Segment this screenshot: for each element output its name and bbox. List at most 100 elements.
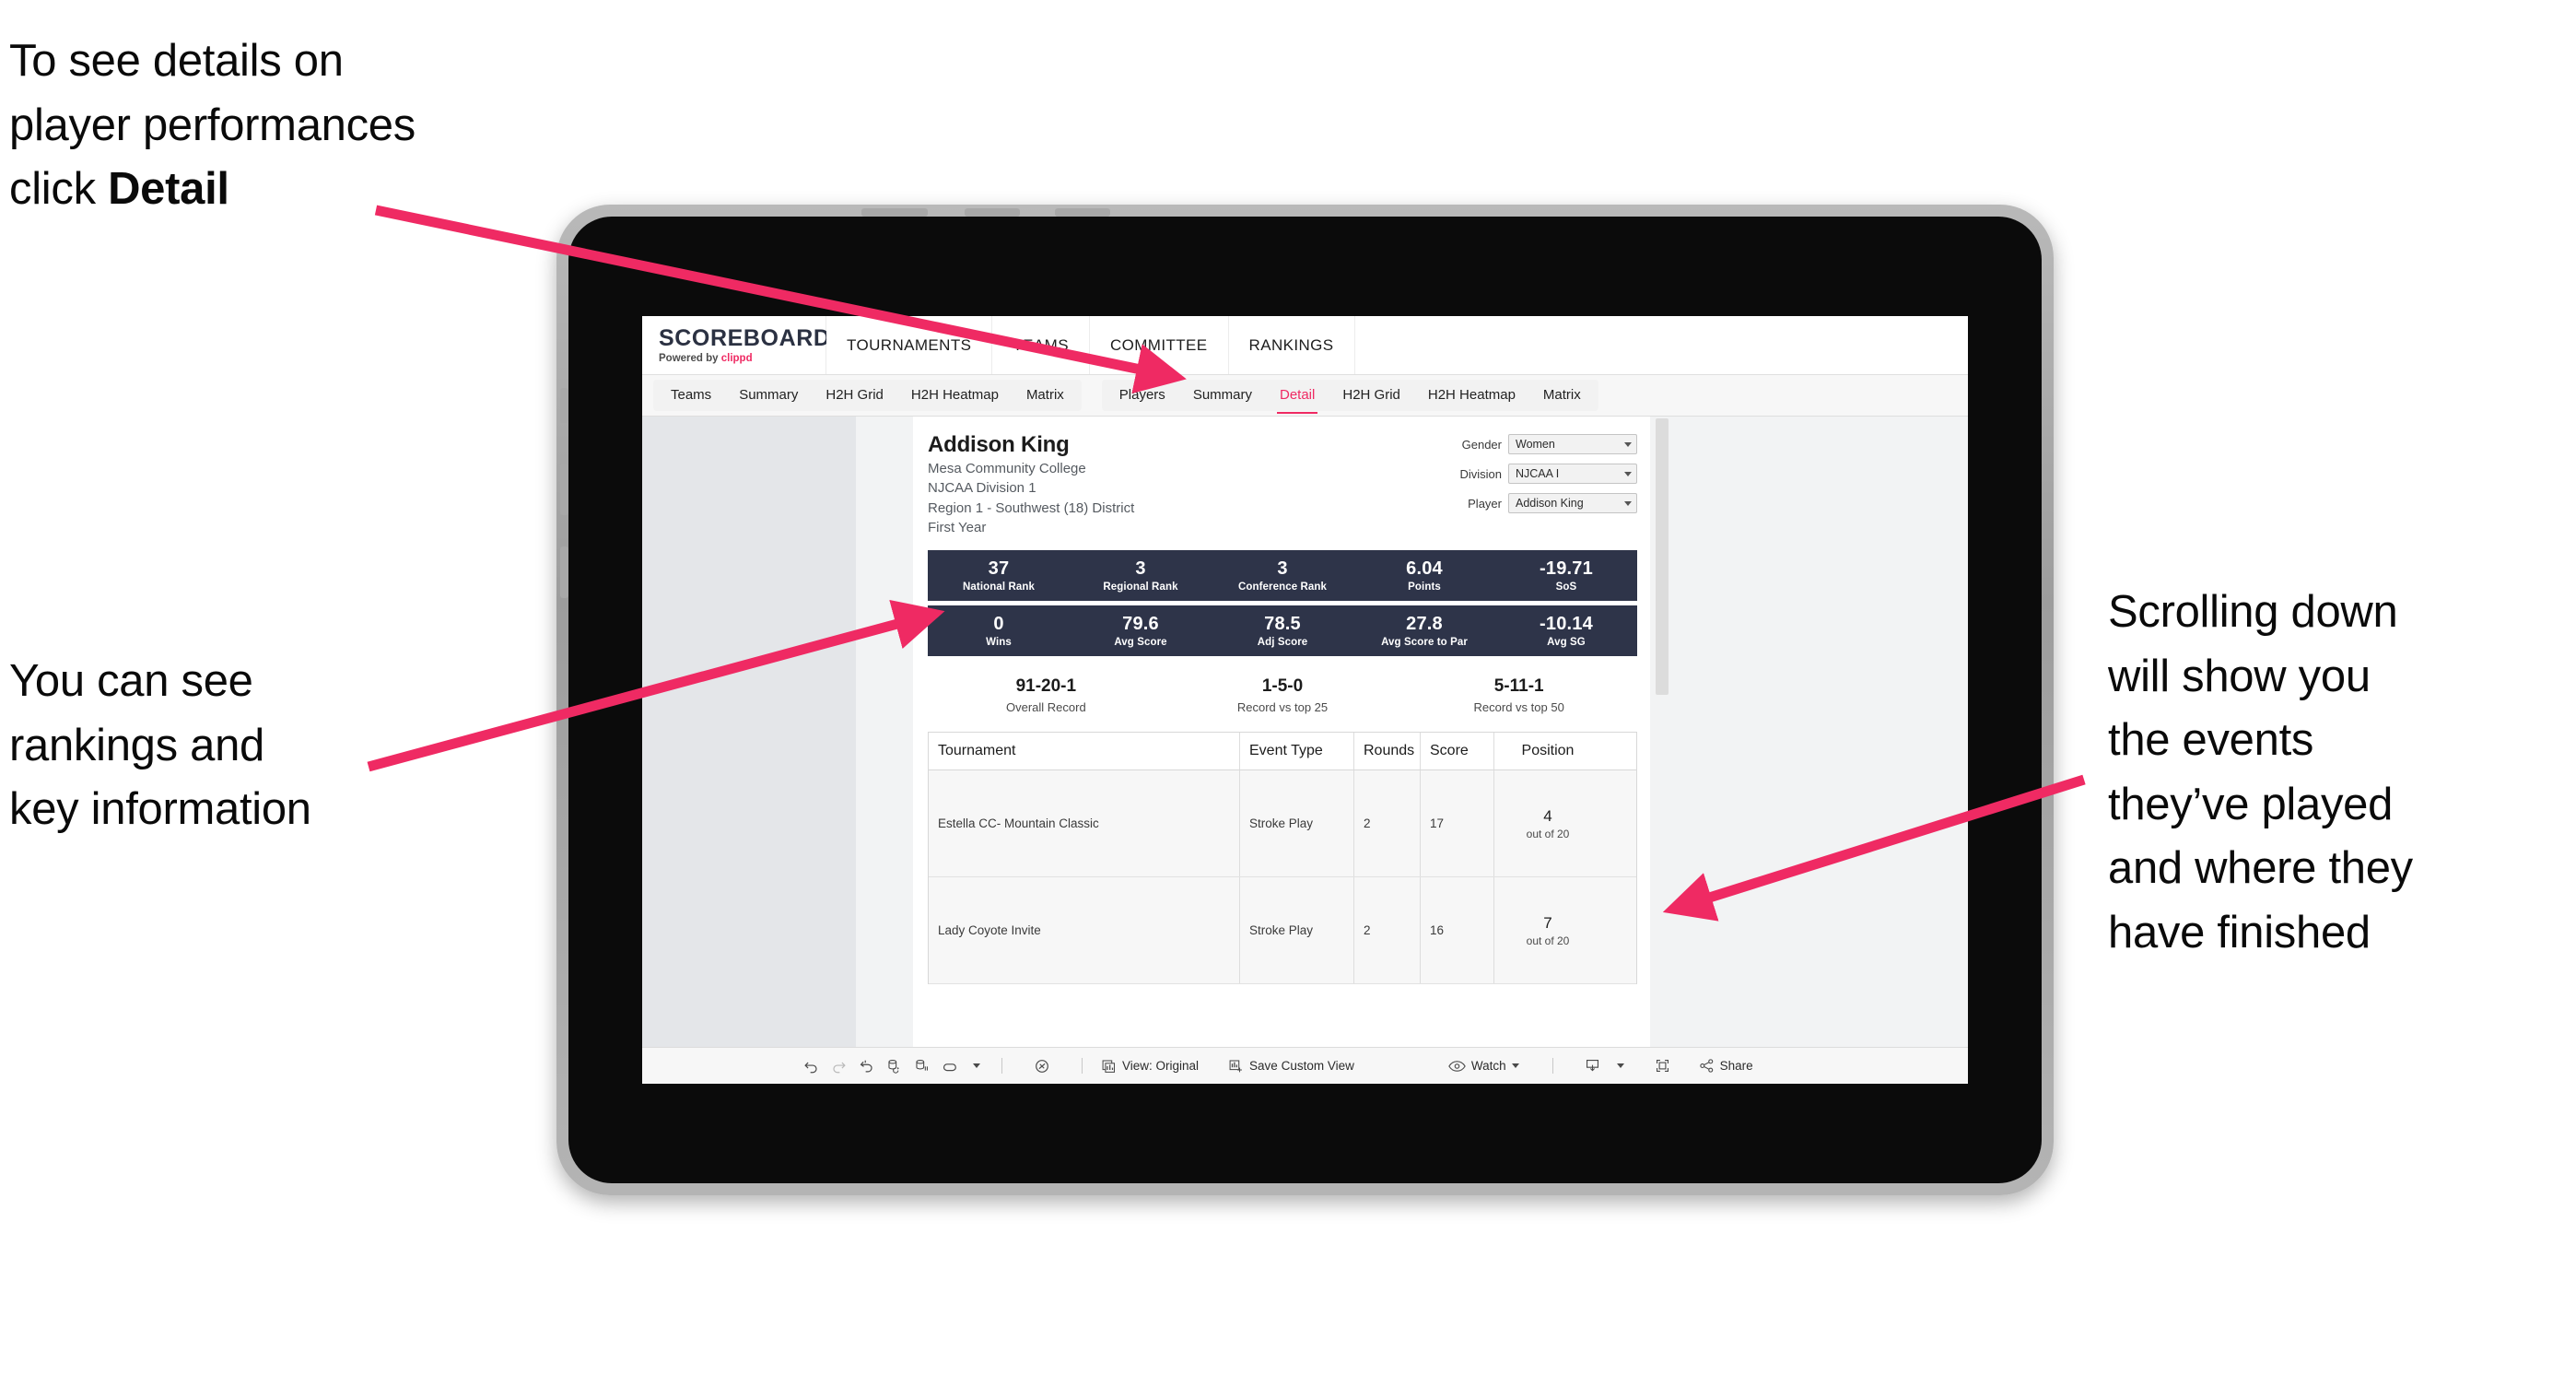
table-row[interactable]: Lady Coyote Invite Stroke Play 2 16 7 ou… xyxy=(929,877,1636,985)
annotation-line: rankings and xyxy=(9,720,264,770)
stats-bar-performance: 0 Wins 79.6 Avg Score 78.5 Adj Score 27.… xyxy=(928,605,1637,657)
view-original-button[interactable]: View: Original xyxy=(1094,1059,1206,1074)
player-select[interactable]: Addison King xyxy=(1508,493,1637,513)
table-header-row: Tournament Event Type Rounds Score Posit… xyxy=(929,733,1636,771)
watch-button[interactable]: Watch xyxy=(1441,1059,1527,1073)
division-select[interactable]: NJCAA I xyxy=(1508,464,1637,484)
cell-position: 7 out of 20 xyxy=(1494,877,1601,983)
subtab-teams[interactable]: Teams xyxy=(657,380,725,411)
annotation-line: Scrolling down xyxy=(2108,587,2398,637)
position-value: 4 xyxy=(1543,806,1552,825)
toolbar-divider xyxy=(1082,1058,1083,1074)
subtab-teams-matrix[interactable]: Matrix xyxy=(1013,380,1078,411)
gender-select[interactable]: Women xyxy=(1508,434,1637,454)
annotation-line: player performances xyxy=(9,100,416,150)
subtab-players[interactable]: Players xyxy=(1106,380,1179,411)
refresh-data-icon[interactable] xyxy=(880,1053,907,1079)
division-selector-row: Division NJCAA I xyxy=(1453,464,1637,484)
undo-icon[interactable] xyxy=(797,1053,825,1079)
gender-label: Gender xyxy=(1461,437,1502,452)
record-vs-top-50: 5-11-1 Record vs top 50 xyxy=(1400,676,1637,714)
stat-value: 79.6 xyxy=(1122,614,1159,635)
subtab-players-h2h-grid[interactable]: H2H Grid xyxy=(1329,380,1414,411)
loop-dropdown-caret-icon[interactable] xyxy=(963,1053,990,1079)
save-custom-view-button[interactable]: Save Custom View xyxy=(1221,1059,1362,1074)
annotation-line: the events xyxy=(2108,715,2314,766)
annotation-emphasis: Detail xyxy=(108,164,229,215)
chevron-down-icon xyxy=(1624,500,1632,506)
filter-selectors: Gender Women Division NJCAA I Player Add… xyxy=(1453,431,1637,537)
pause-data-icon[interactable] xyxy=(907,1053,935,1079)
chevron-down-icon xyxy=(1624,441,1632,447)
stat-avg-sg: -10.14 Avg SG xyxy=(1495,614,1637,648)
player-year: First Year xyxy=(928,519,987,535)
column-header-tournament: Tournament xyxy=(929,733,1240,770)
nav-tournaments[interactable]: TOURNAMENTS xyxy=(826,316,993,374)
app-header: SCOREBOARD Powered by clippd TOURNAMENTS… xyxy=(642,316,1968,375)
cell-tournament: Lady Coyote Invite xyxy=(929,877,1240,984)
column-header-score: Score xyxy=(1421,733,1494,770)
brand-powered-by: Powered by clippd xyxy=(659,353,825,364)
bottom-toolbar: View: Original Save Custom View Watch Sh… xyxy=(642,1047,1968,1084)
stat-conference-rank: 3 Conference Rank xyxy=(1212,558,1353,593)
cell-rounds: 2 xyxy=(1354,770,1421,877)
stat-value: 37 xyxy=(988,558,1010,580)
column-header-rounds: Rounds xyxy=(1354,733,1421,770)
loop-icon[interactable] xyxy=(935,1053,963,1079)
device-button-left-3 xyxy=(560,546,568,598)
column-header-event-type: Event Type xyxy=(1240,733,1354,770)
subnav-group-teams: Teams Summary H2H Grid H2H Heatmap Matri… xyxy=(653,380,1082,411)
player-label: Player xyxy=(1468,496,1502,511)
brand-logo[interactable]: SCOREBOARD Powered by clippd xyxy=(642,316,830,374)
stat-label: Avg Score xyxy=(1114,637,1167,649)
chevron-down-icon xyxy=(1624,471,1632,476)
position-field-size: out of 20 xyxy=(1526,827,1570,840)
record-label: Record vs top 25 xyxy=(1236,699,1329,714)
stat-value: -19.71 xyxy=(1540,558,1593,580)
vertical-scrollbar-thumb[interactable] xyxy=(1656,418,1669,695)
record-summary-row: 91-20-1 Overall Record 1-5-0 Record vs t… xyxy=(928,671,1637,719)
subtab-players-summary[interactable]: Summary xyxy=(1179,380,1266,411)
cell-tournament: Estella CC- Mountain Classic xyxy=(929,770,1240,877)
column-header-position: Position xyxy=(1521,743,1575,759)
table-row[interactable]: Estella CC- Mountain Classic Stroke Play… xyxy=(929,770,1636,878)
tablet-screen: SCOREBOARD Powered by clippd TOURNAMENTS… xyxy=(642,316,1968,1084)
pause-auto-update-icon[interactable] xyxy=(1028,1053,1056,1079)
nav-committee[interactable]: COMMITTEE xyxy=(1089,316,1229,374)
subtab-players-matrix[interactable]: Matrix xyxy=(1529,380,1595,411)
share-button[interactable]: Share xyxy=(1692,1058,1761,1074)
toolbar-divider xyxy=(1551,1058,1553,1074)
subtab-teams-summary[interactable]: Summary xyxy=(725,380,812,411)
download-dropdown-caret-icon[interactable] xyxy=(1607,1053,1634,1079)
stat-adj-score: 78.5 Adj Score xyxy=(1212,614,1353,648)
chevron-down-icon xyxy=(1616,1063,1624,1068)
download-icon[interactable] xyxy=(1579,1053,1607,1079)
stat-value: 27.8 xyxy=(1406,614,1443,635)
annotation-line: have finished xyxy=(2108,907,2371,957)
top-navigation: TOURNAMENTS TEAMS COMMITTEE RANKINGS xyxy=(826,316,1355,374)
subtab-players-detail[interactable]: Detail xyxy=(1266,380,1329,414)
nav-rankings[interactable]: RANKINGS xyxy=(1228,316,1355,374)
stat-label: SoS xyxy=(1555,581,1577,593)
cell-score: 17 xyxy=(1421,770,1494,877)
cell-rounds: 2 xyxy=(1354,877,1421,984)
stat-value: -10.14 xyxy=(1540,614,1593,635)
stat-national-rank: 37 National Rank xyxy=(928,558,1070,593)
device-button-top-1 xyxy=(861,208,928,217)
subtab-teams-h2h-grid[interactable]: H2H Grid xyxy=(812,380,897,411)
stat-value: 3 xyxy=(1135,558,1146,580)
revert-icon[interactable] xyxy=(852,1053,880,1079)
fullscreen-icon[interactable] xyxy=(1649,1053,1677,1079)
record-overall: 91-20-1 Overall Record xyxy=(928,676,1165,714)
annotation-line: key information xyxy=(9,784,311,835)
stat-label: Wins xyxy=(986,637,1012,649)
subtab-players-h2h-heatmap[interactable]: H2H Heatmap xyxy=(1414,380,1529,411)
annotation-line: and where they xyxy=(2108,843,2413,894)
redo-icon[interactable] xyxy=(825,1053,852,1079)
nav-teams[interactable]: TEAMS xyxy=(992,316,1090,374)
share-label: Share xyxy=(1719,1059,1753,1073)
player-school: Mesa Community College xyxy=(928,461,1086,476)
player-detail-panel: Addison King Mesa Community College NJCA… xyxy=(913,417,1650,1047)
subtab-teams-h2h-heatmap[interactable]: H2H Heatmap xyxy=(897,380,1013,411)
division-value: NJCAA I xyxy=(1516,467,1560,480)
